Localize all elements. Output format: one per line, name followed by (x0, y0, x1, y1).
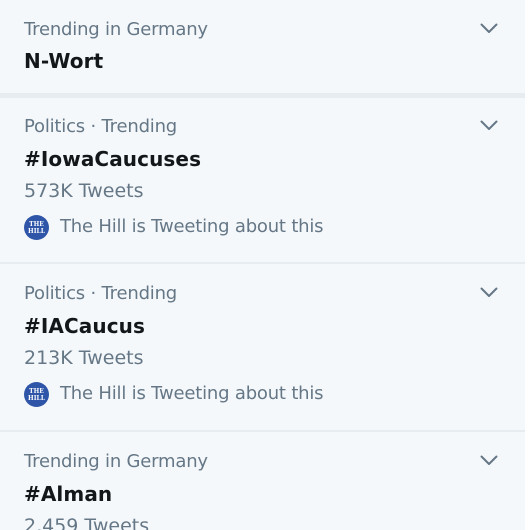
trend-title: N-Wort (24, 49, 104, 73)
trend-item-iacaucus[interactable]: Politics · Trending #IACaucus 213K Tweet… (0, 264, 525, 430)
trend-tweet-count: 2,459 Tweets (24, 515, 150, 530)
trend-context: Trending in Germany (24, 19, 208, 40)
trend-tweet-count: 213K Tweets (24, 347, 144, 369)
chevron-down-icon[interactable] (476, 115, 502, 135)
trends-panel: Trending in Germany N-Wort Politics · Tr… (0, 0, 525, 530)
the-hill-avatar: THE HILL (24, 381, 49, 407)
avatar-text-line1: THE (29, 221, 44, 228)
trend-item-alman[interactable]: Trending in Germany #Alman 2,459 Tweets (0, 432, 525, 530)
tweeting-about-text: The Hill is Tweeting about this (60, 216, 324, 237)
trend-item-n-wort[interactable]: Trending in Germany N-Wort (0, 0, 525, 93)
trend-title: #IACaucus (24, 314, 145, 338)
trend-context: Politics · Trending (24, 116, 178, 137)
trend-tweeting-row: THE HILL The Hill is Tweeting about this (24, 214, 324, 240)
trend-context: Trending in Germany (24, 451, 208, 472)
chevron-down-icon[interactable] (476, 18, 502, 38)
avatar-text-line1: THE (29, 388, 44, 395)
avatar-text-line2: HILL (28, 228, 46, 235)
trend-tweeting-row: THE HILL The Hill is Tweeting about this (24, 381, 324, 407)
trend-context: Politics · Trending (24, 283, 178, 304)
trend-title: #Alman (24, 482, 113, 506)
trend-title: #IowaCaucuses (24, 147, 202, 171)
trend-tweet-count: 573K Tweets (24, 180, 144, 202)
tweeting-about-text: The Hill is Tweeting about this (60, 383, 324, 404)
avatar-text-line2: HILL (28, 395, 46, 402)
chevron-down-icon[interactable] (476, 450, 502, 470)
the-hill-avatar: THE HILL (24, 214, 49, 240)
trend-item-iowacaucuses[interactable]: Politics · Trending #IowaCaucuses 573K T… (0, 98, 525, 262)
chevron-down-icon[interactable] (476, 282, 502, 302)
page-edge (525, 0, 530, 530)
